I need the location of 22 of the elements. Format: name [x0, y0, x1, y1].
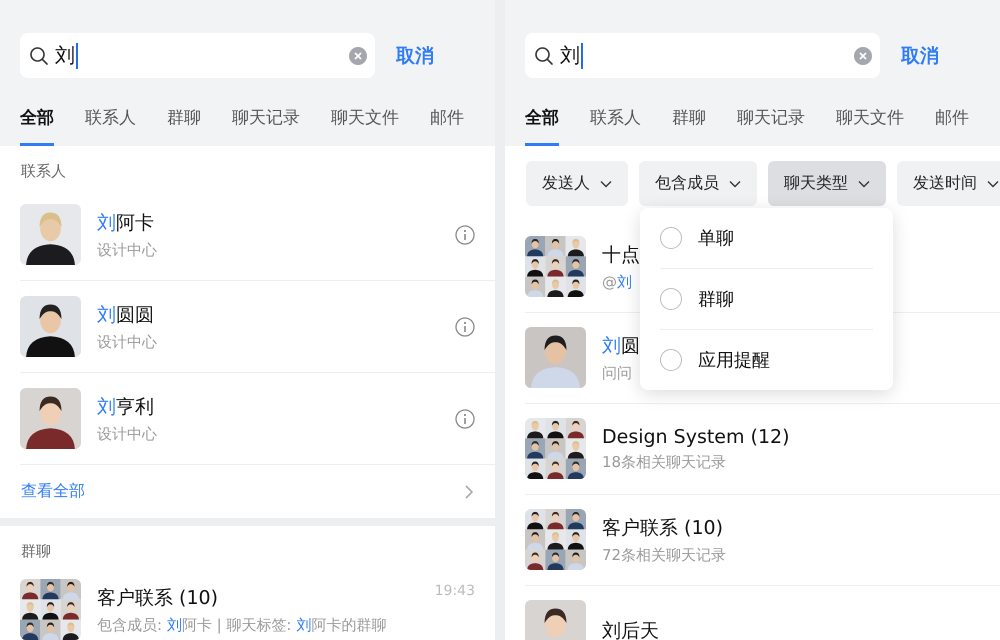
result-name: 刘阿卡: [97, 210, 155, 236]
result-subtitle: 72条相关聊天记录: [602, 546, 728, 564]
search-text: 刘: [55, 42, 75, 69]
result-name: 刘圆圆: [97, 302, 155, 328]
result-subtitle: 包含成员: 刘阿卡 | 聊天标签: 刘阿卡的群聊: [97, 616, 388, 634]
result-name: 刘后天: [602, 618, 660, 640]
result-subtitle: 设计中心: [97, 424, 158, 444]
result-name: 十点: [602, 242, 641, 268]
section-title: 群聊: [20, 541, 52, 562]
search-text: 刘: [560, 42, 580, 69]
result-name: Design System (12): [602, 426, 791, 448]
result-subtitle: @刘: [602, 272, 633, 292]
result-name: 客户联系 (10): [97, 586, 220, 610]
result-name: 客户联系 (10): [602, 516, 724, 540]
result-subtitle: 18条相关聊天记录: [602, 452, 728, 472]
result-subtitle: 设计中心: [97, 240, 158, 260]
result-subtitle: 设计中心: [97, 332, 158, 352]
section-title: 联系人: [20, 161, 67, 182]
result-name: 刘亨利: [97, 394, 155, 420]
result-name: 刘圆: [602, 334, 641, 358]
timestamp: 19:43: [434, 583, 475, 599]
result-subtitle: 问问: [602, 364, 633, 382]
